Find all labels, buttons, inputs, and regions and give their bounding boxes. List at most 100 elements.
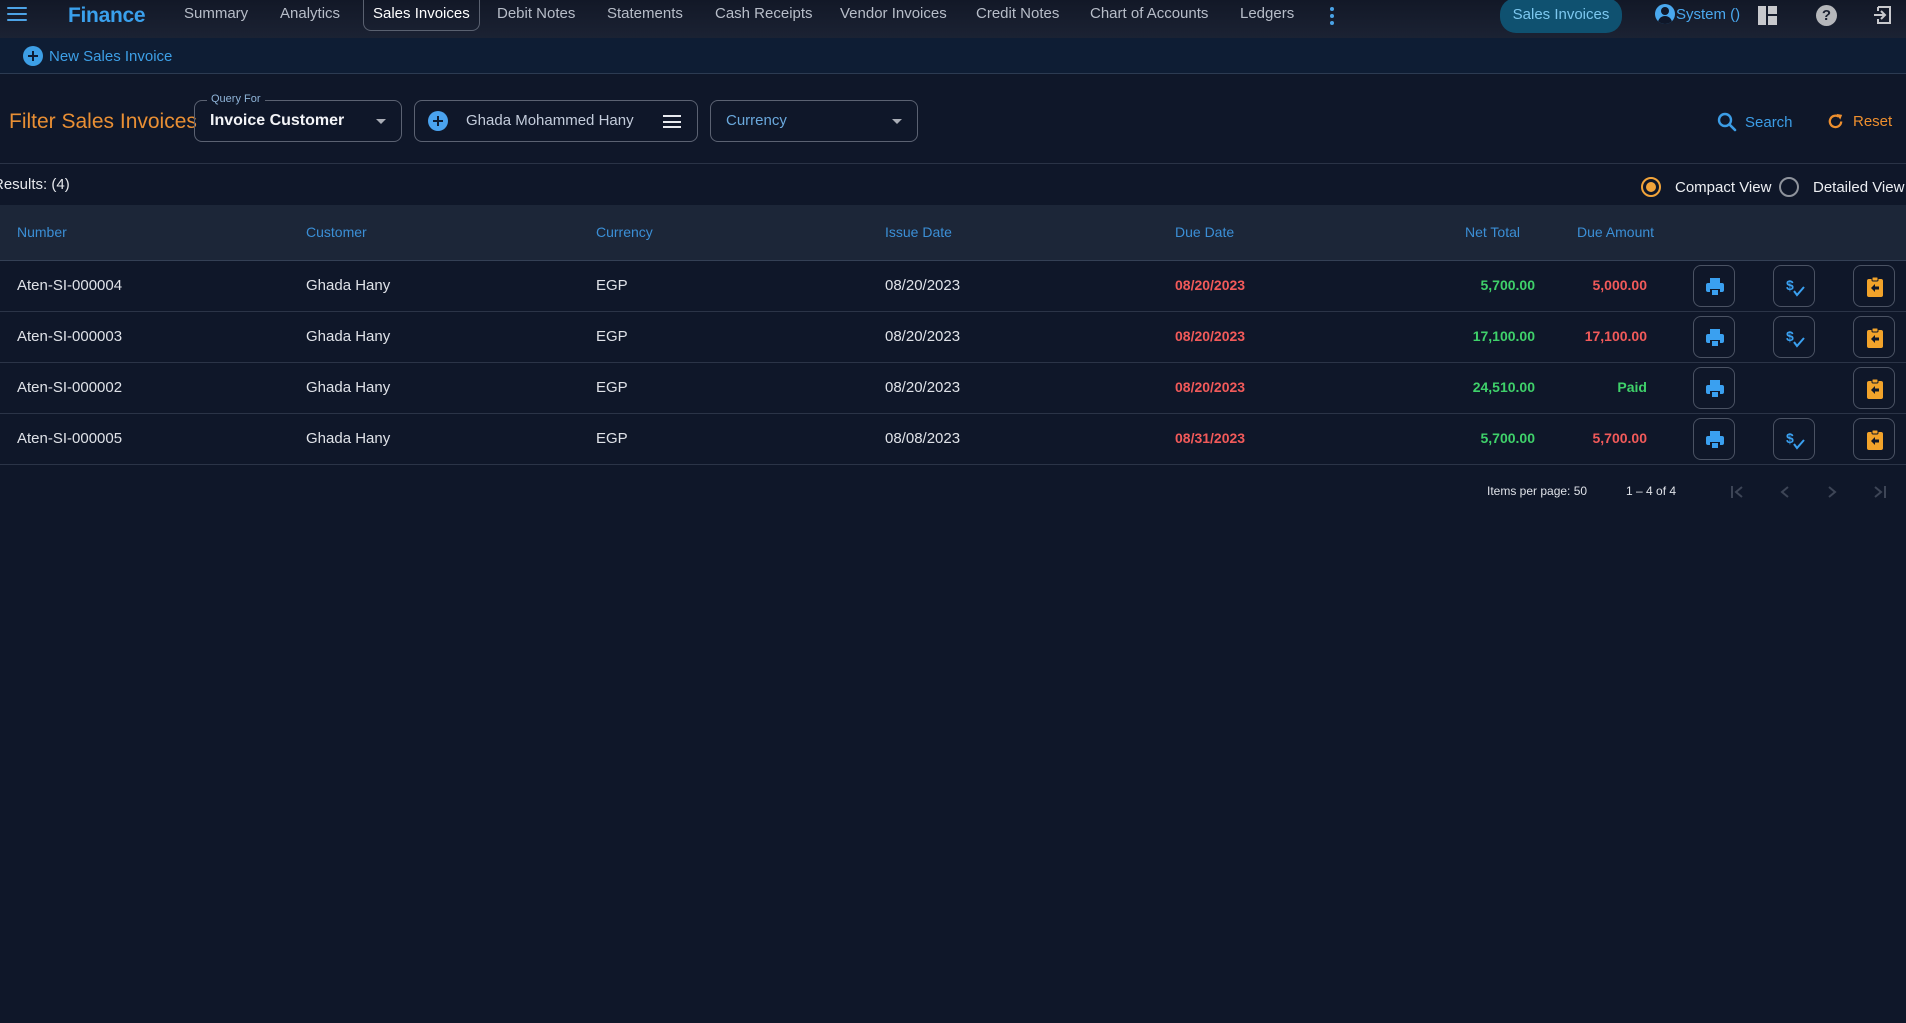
return-invoice-button[interactable] [1853, 418, 1895, 460]
cell-due-date: 08/31/2023 [1175, 430, 1246, 446]
col-due-amount[interactable]: Due Amount [1577, 224, 1654, 240]
cell-due-date: 08/20/2023 [1175, 277, 1246, 293]
cell-due-date: 08/20/2023 [1175, 379, 1246, 395]
svg-text:$: $ [1786, 277, 1794, 293]
cell-number[interactable]: Aten-SI-000002 [17, 379, 122, 396]
cell-due-date: 08/20/2023 [1175, 328, 1246, 344]
dashboard-icon[interactable] [1758, 6, 1777, 25]
table-row[interactable]: Aten-SI-000002 Ghada Hany EGP 08/20/2023 08/… [0, 363, 1906, 414]
table-header: Number Customer Currency Issue Date Due … [0, 205, 1906, 261]
context-pill-sales-invoices[interactable]: Sales Invoices [1500, 0, 1622, 33]
detailed-view-radio[interactable]: Detailed View [1779, 177, 1904, 197]
tab-debit-notes[interactable]: Debit Notes [488, 0, 584, 30]
action-bar: New Sales Invoice [0, 38, 1906, 74]
col-due-date[interactable]: Due Date [1175, 224, 1234, 240]
last-page-icon[interactable] [1870, 482, 1890, 502]
print-button[interactable] [1693, 367, 1735, 409]
items-per-page-label: Items per page: [1487, 484, 1571, 498]
detailed-view-label: Detailed View [1813, 178, 1905, 196]
return-invoice-button[interactable] [1853, 367, 1895, 409]
cell-issue-date: 08/20/2023 [885, 328, 961, 345]
results-bar: Results: (4) Compact View Detailed View [0, 165, 1906, 205]
return-invoice-button[interactable] [1853, 316, 1895, 358]
results-count: Results: (4) [0, 176, 70, 193]
cell-currency: EGP [596, 277, 628, 294]
first-page-icon[interactable] [1727, 482, 1747, 502]
filter-title: Filter Sales Invoices [9, 110, 197, 133]
tab-statements[interactable]: Statements [598, 0, 692, 30]
page-range: 1 – 4 of 4 [1626, 484, 1677, 498]
print-button[interactable] [1693, 316, 1735, 358]
tab-chart-of-accounts[interactable]: Chart of Accounts [1081, 0, 1217, 30]
col-net-total[interactable]: Net Total [1465, 224, 1520, 240]
cell-customer: Ghada Hany [306, 430, 391, 447]
tab-vendor-invoices[interactable]: Vendor Invoices [831, 0, 956, 30]
account-circle-icon [1655, 4, 1675, 24]
help-icon[interactable]: ? [1816, 5, 1837, 26]
app-brand[interactable]: Finance [68, 4, 146, 28]
tab-ledgers[interactable]: Ledgers [1231, 0, 1303, 30]
logout-icon[interactable] [1873, 5, 1893, 25]
print-button[interactable] [1693, 418, 1735, 460]
cell-number[interactable]: Aten-SI-000004 [17, 277, 122, 294]
currency-select[interactable]: Currency [710, 100, 918, 142]
tab-credit-notes[interactable]: Credit Notes [967, 0, 1068, 30]
cell-number[interactable]: Aten-SI-000005 [17, 430, 122, 447]
user-label: System () [1676, 5, 1741, 23]
items-per-page[interactable]: Items per page: 50 [1487, 484, 1587, 498]
receive-payment-button[interactable]: $ [1773, 418, 1815, 460]
svg-text:$: $ [1786, 430, 1794, 446]
query-for-select[interactable]: Query For Invoice Customer [194, 93, 402, 142]
table-row[interactable]: Aten-SI-000004 Ghada Hany EGP 08/20/2023 08/… [0, 261, 1906, 312]
receive-payment-button[interactable]: $ [1773, 316, 1815, 358]
cell-issue-date: 08/08/2023 [885, 430, 961, 447]
cell-net-total: 5,700.00 [1480, 277, 1536, 293]
tab-summary[interactable]: Summary [175, 0, 257, 30]
table-row[interactable]: Aten-SI-000005 Ghada Hany EGP 08/08/2023 08/… [0, 414, 1906, 465]
cell-currency: EGP [596, 328, 628, 345]
reset-button[interactable]: Reset [1826, 112, 1892, 131]
receive-payment-button[interactable]: $ [1773, 265, 1815, 307]
reset-label: Reset [1853, 113, 1893, 130]
cell-issue-date: 08/20/2023 [885, 277, 961, 294]
cell-net-total: 24,510.00 [1472, 379, 1535, 395]
cell-number[interactable]: Aten-SI-000003 [17, 328, 122, 345]
next-page-icon[interactable] [1822, 482, 1842, 502]
radio-selected-icon [1641, 177, 1661, 197]
hamburger-icon[interactable] [7, 7, 27, 23]
search-icon [1717, 112, 1737, 132]
col-issue-date[interactable]: Issue Date [885, 224, 952, 240]
radio-unselected-icon [1779, 177, 1799, 197]
cell-customer: Ghada Hany [306, 328, 391, 345]
tab-sales-invoices[interactable]: Sales Invoices [363, 0, 480, 31]
list-icon[interactable] [663, 115, 681, 128]
cell-currency: EGP [596, 430, 628, 447]
svg-text:$: $ [1786, 328, 1794, 344]
search-label: Search [1745, 113, 1793, 131]
return-invoice-button[interactable] [1853, 265, 1895, 307]
tab-analytics[interactable]: Analytics [271, 0, 349, 30]
cell-currency: EGP [596, 379, 628, 396]
col-number[interactable]: Number [17, 224, 67, 240]
cell-customer: Ghada Hany [306, 277, 391, 294]
tab-cash-receipts[interactable]: Cash Receipts [706, 0, 822, 30]
filter-panel: Filter Sales Invoices Query For Invoice … [0, 75, 1906, 164]
user-menu[interactable]: System () [1655, 4, 1740, 24]
compact-view-radio[interactable]: Compact View [1641, 177, 1771, 197]
cell-net-total: 5,700.00 [1480, 430, 1536, 446]
print-button[interactable] [1693, 265, 1735, 307]
cell-due-amount: 5,700.00 [1592, 430, 1648, 446]
more-tabs-kebab-icon[interactable] [1329, 7, 1335, 25]
col-currency[interactable]: Currency [596, 224, 653, 240]
add-customer-icon[interactable] [428, 111, 448, 131]
search-button[interactable]: Search [1717, 112, 1793, 132]
customer-field[interactable]: Ghada Mohammed Hany [414, 100, 698, 142]
query-for-value: Invoice Customer [210, 112, 345, 129]
col-customer[interactable]: Customer [306, 224, 367, 240]
new-sales-invoice-button[interactable]: New Sales Invoice [23, 46, 172, 66]
add-circle-icon [23, 46, 43, 66]
table-row[interactable]: Aten-SI-000003 Ghada Hany EGP 08/20/2023 08/… [0, 312, 1906, 363]
top-nav-bar: Finance Summary Analytics Sales Invoices… [0, 0, 1906, 38]
cell-due-amount: 5,000.00 [1592, 277, 1648, 293]
previous-page-icon[interactable] [1775, 482, 1795, 502]
